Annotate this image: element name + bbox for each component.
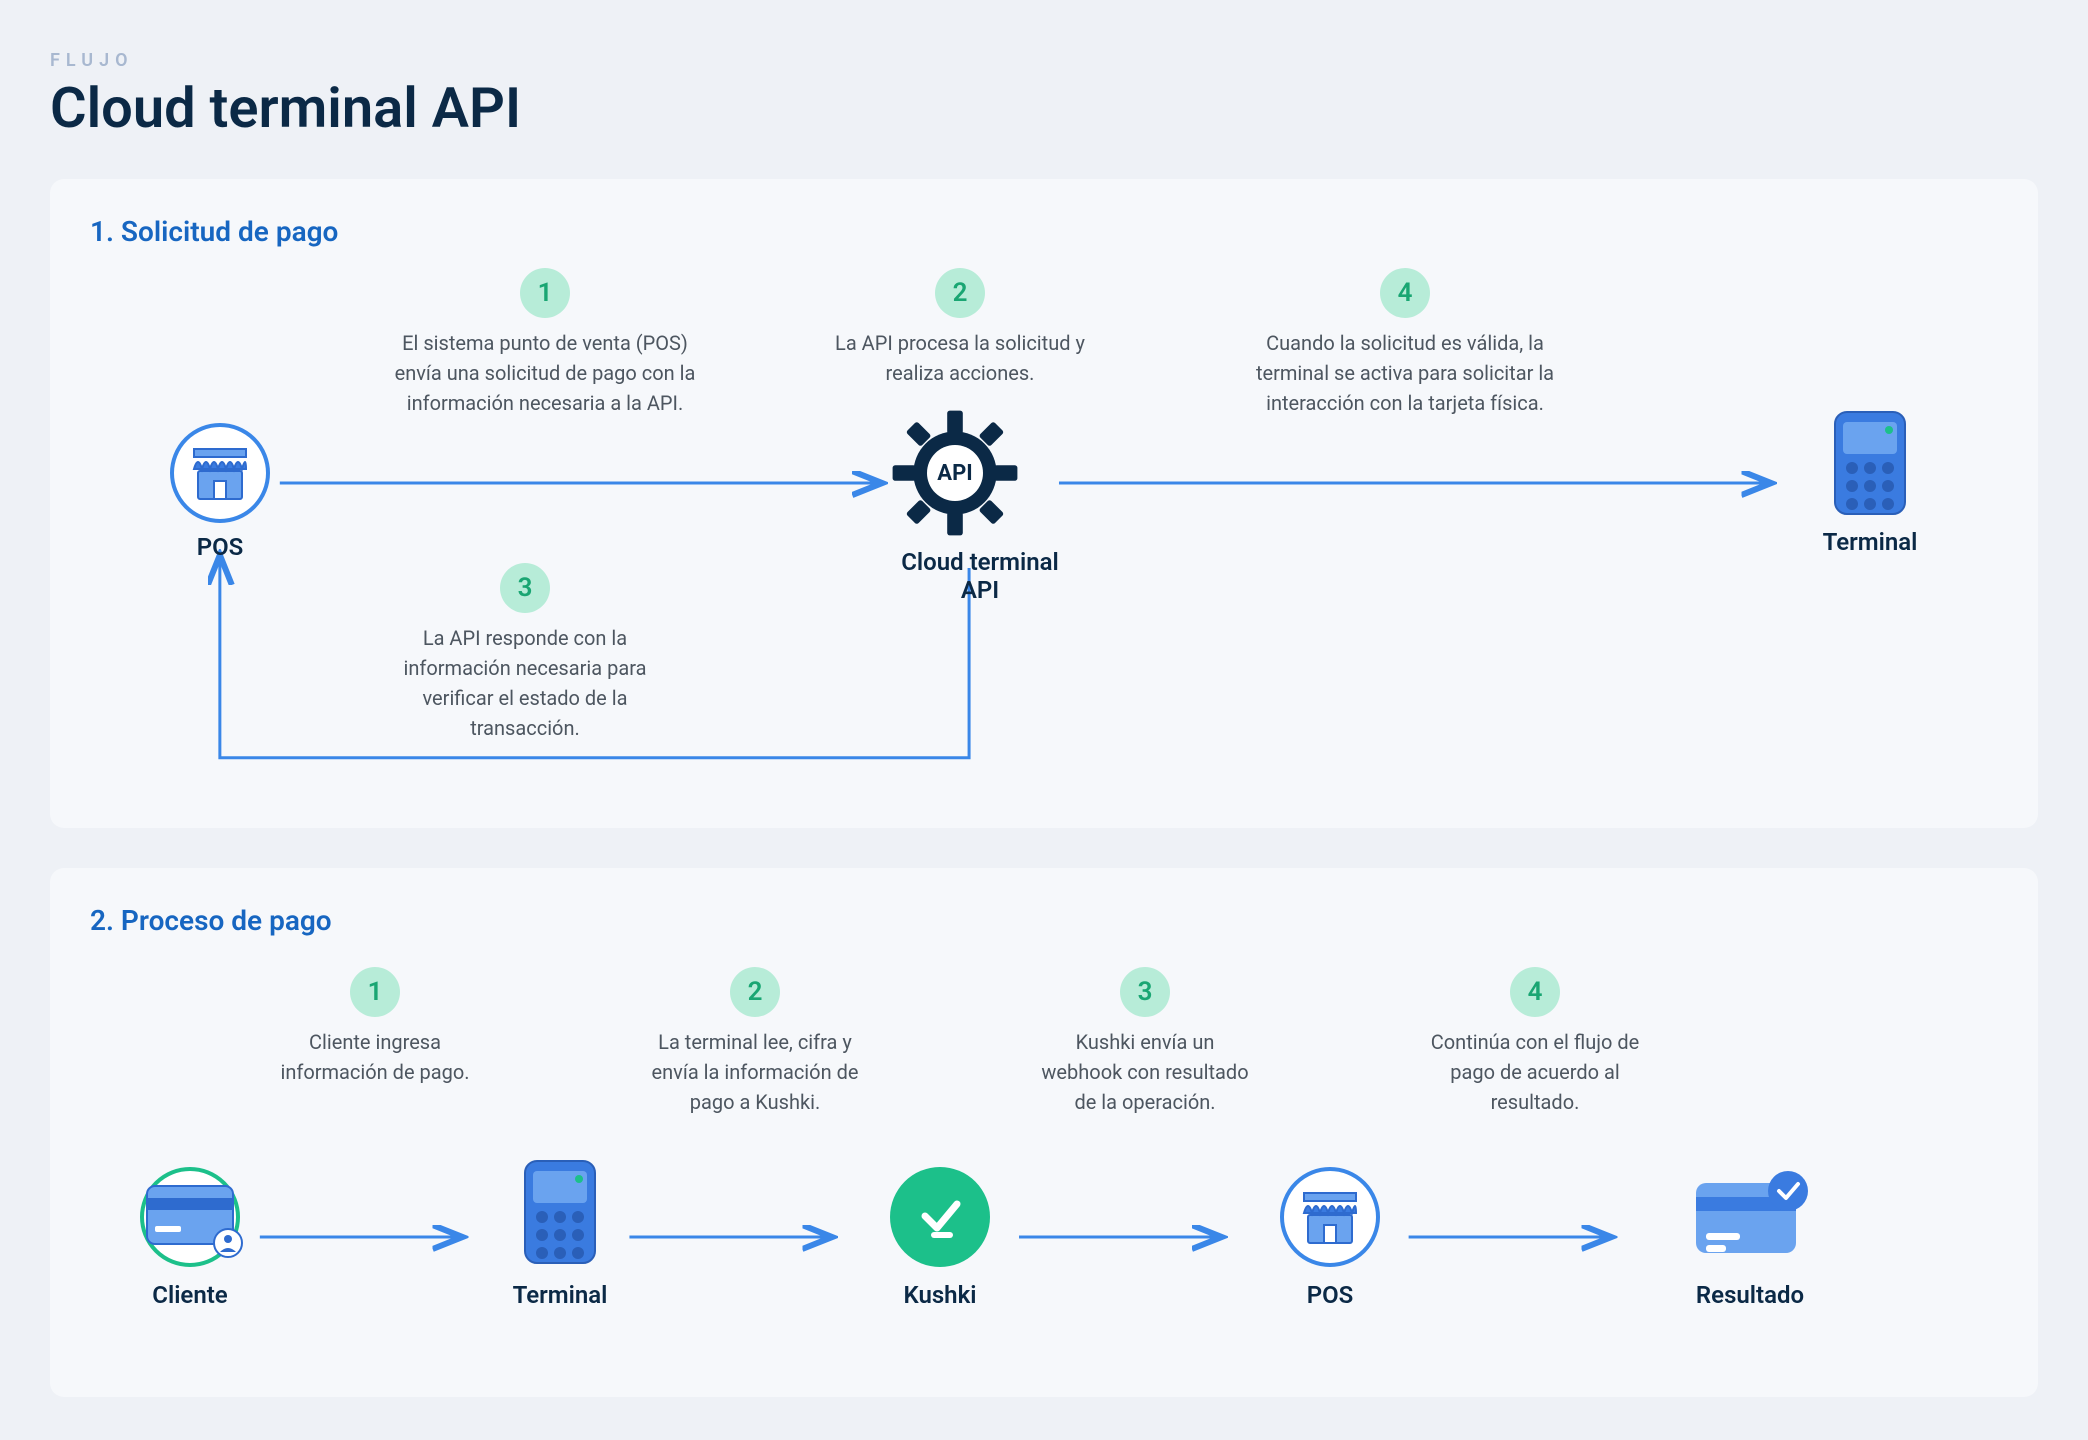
step-badge: 3 (1120, 967, 1170, 1017)
step-text: El sistema punto de venta (POS) envía un… (390, 328, 700, 418)
step-text: Cliente ingresa información de pago. (265, 1027, 485, 1087)
kushki-check-icon (890, 1167, 990, 1267)
step-badge: 4 (1510, 967, 1560, 1017)
store-icon (1298, 1185, 1362, 1249)
node-cliente: Cliente (110, 967, 270, 1309)
node-api-label: Cloud terminal API (890, 548, 1070, 604)
page-title: Cloud terminal API (50, 75, 2038, 141)
node-terminal2: Terminal (480, 967, 640, 1309)
section1-title: 1. Solicitud de pago (90, 215, 1998, 248)
section2-step4: 4 Continúa con el flujo de pago de acuer… (1425, 967, 1645, 1117)
node-pos-label: POS (140, 533, 300, 561)
node-resultado-label: Resultado (1696, 1281, 1804, 1309)
section2-step3: 3 Kushki envía un webhook con resultado … (1035, 967, 1255, 1117)
node-pos2-label: POS (1307, 1281, 1354, 1309)
step-text: Continúa con el flujo de pago de acuerdo… (1425, 1027, 1645, 1117)
node-pos: POS (140, 423, 300, 561)
step-badge: 4 (1380, 268, 1430, 318)
store-icon (188, 441, 252, 505)
node-pos2: POS (1250, 967, 1410, 1309)
api-badge: API (927, 445, 983, 501)
section2-step2: 2 La terminal lee, cifra y envía la info… (645, 967, 865, 1117)
step-text: La API procesa la solicitud y realiza ac… (810, 328, 1110, 388)
step-text: La API responde con la información neces… (390, 623, 660, 743)
person-icon (213, 1228, 243, 1258)
terminal-icon (521, 1157, 599, 1267)
node-terminal2-label: Terminal (513, 1281, 608, 1309)
section1-step1: 1 El sistema punto de venta (POS) envía … (390, 268, 700, 418)
node-resultado: Resultado (1650, 967, 1850, 1309)
section-solicitud-de-pago: 1. Solicitud de pago (50, 179, 2038, 828)
node-kushki: Kushki (860, 967, 1020, 1309)
node-kushki-label: Kushki (904, 1281, 977, 1309)
section1-step2: 2 La API procesa la solicitud y realiza … (810, 268, 1110, 388)
step-text: Cuando la solicitud es válida, la termin… (1250, 328, 1560, 418)
step-badge: 1 (520, 268, 570, 318)
result-card-icon (1690, 1167, 1810, 1267)
step-badge: 3 (500, 563, 550, 613)
node-terminal-label: Terminal (1790, 528, 1950, 556)
section-proceso-de-pago: 2. Proceso de pago (50, 868, 2038, 1397)
step-text: Kushki envía un webhook con resultado de… (1035, 1027, 1255, 1117)
eyebrow: FLUJO (50, 50, 2038, 71)
node-cloud-terminal-api: API Cloud terminal API (890, 408, 1070, 604)
section1-step4: 4 Cuando la solicitud es válida, la term… (1250, 268, 1560, 418)
step-badge: 1 (350, 967, 400, 1017)
section1-step3: 3 La API responde con la información nec… (390, 563, 660, 743)
step-text: La terminal lee, cifra y envía la inform… (645, 1027, 865, 1117)
step-badge: 2 (730, 967, 780, 1017)
node-cliente-label: Cliente (152, 1281, 227, 1309)
terminal-icon (1831, 408, 1909, 518)
section2-title: 2. Proceso de pago (90, 904, 1998, 937)
step-badge: 2 (935, 268, 985, 318)
node-terminal: Terminal (1790, 408, 1950, 556)
section2-step1: 1 Cliente ingresa información de pago. (265, 967, 485, 1087)
